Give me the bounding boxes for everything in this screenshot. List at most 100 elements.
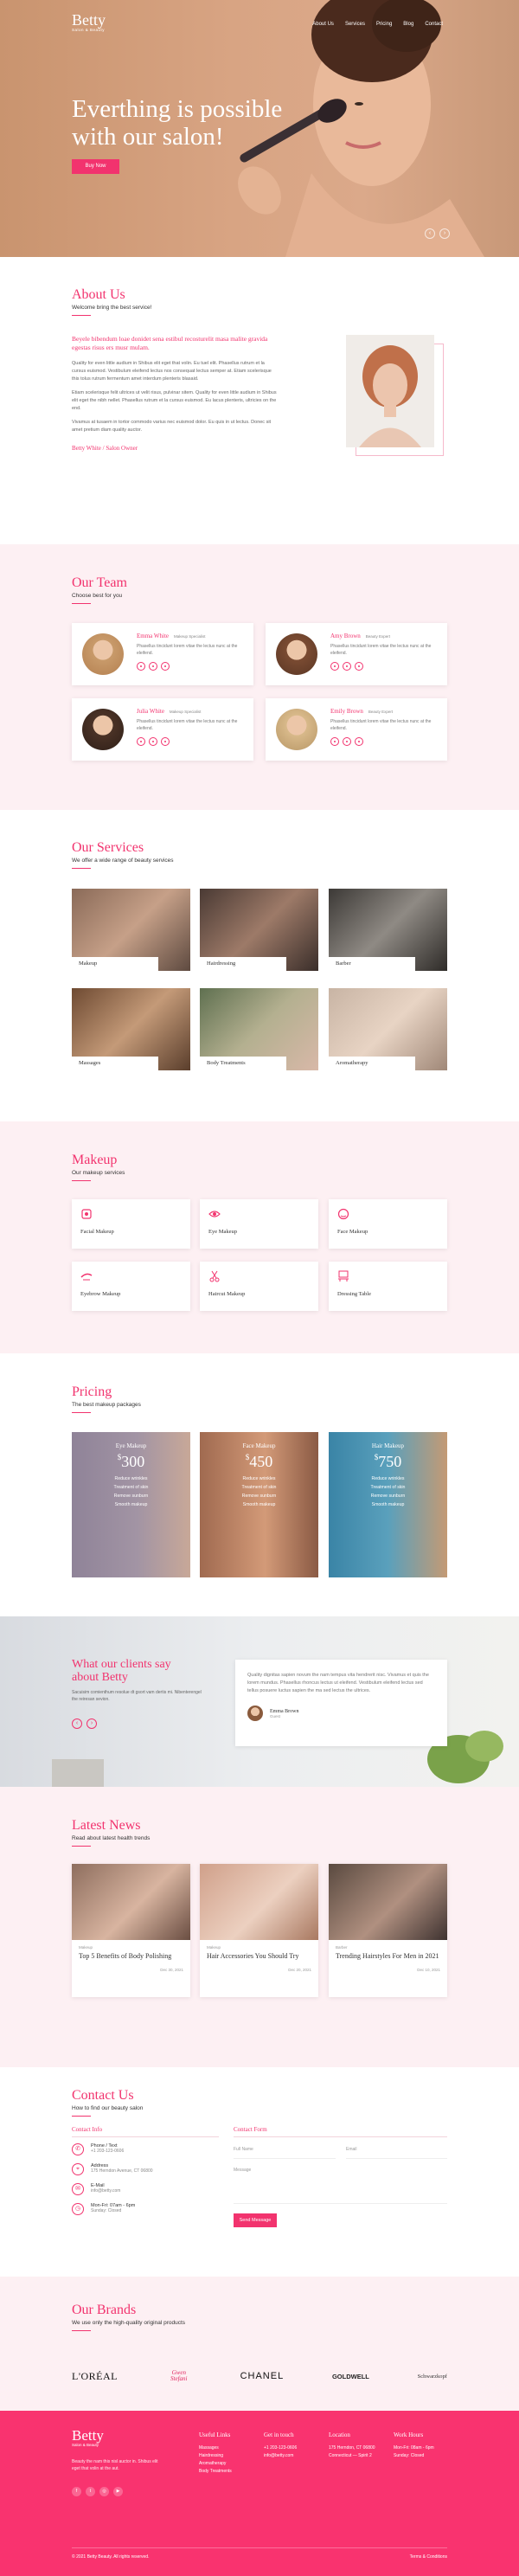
testimonial-prev-button[interactable]: ‹ (72, 1718, 82, 1729)
news-card[interactable]: Barber Trending Hairstyles For Men in 20… (329, 1864, 447, 1997)
instagram-icon[interactable] (161, 737, 170, 746)
full-name-input[interactable]: Full Name (234, 2143, 336, 2159)
send-message-button[interactable]: Send Message (234, 2213, 277, 2227)
footer-col-location: Location 175 Herndon, CT 06800 Connectic… (329, 2431, 385, 2460)
instagram-icon[interactable] (355, 737, 363, 746)
message-textarea[interactable]: Message (234, 2164, 447, 2204)
about-photo (346, 335, 434, 447)
footer-col-title: Useful Links (199, 2431, 231, 2438)
footer-link[interactable]: Massages (199, 2444, 255, 2452)
service-card[interactable]: Makeup (72, 889, 190, 971)
footer-hours: Mon-Fri: 08am - 6pm (394, 2445, 434, 2451)
testimonials-title-line-1: What our clients say (72, 1658, 171, 1671)
member-desc: Phasellus tincidunt lorem vitae the lect… (137, 644, 238, 656)
haircut-makeup-icon (209, 1270, 220, 1282)
about-paragraph-1: Quality for even little audium in Shibus… (72, 361, 272, 382)
team-card: Julia White Makeup Specialist Phasellus … (72, 698, 253, 761)
youtube-icon[interactable]: ▶ (113, 2487, 123, 2496)
footer-credit[interactable]: Terms & Conditions (410, 2554, 447, 2560)
footer-link[interactable]: Hairdressing (199, 2452, 255, 2460)
hero-next-arrow[interactable]: › (439, 228, 450, 239)
footer-email[interactable]: info@betty.com (264, 2452, 320, 2460)
member-role: Makeup Specialist (173, 634, 206, 639)
footer-link[interactable]: Body Treatments (199, 2468, 255, 2476)
twitter-icon[interactable] (343, 737, 351, 746)
phone-value[interactable]: +1 203-123-0606 (91, 2149, 124, 2154)
makeup-underline (72, 1180, 91, 1181)
footer-address: 175 Herndon, CT 06800 (329, 2445, 375, 2451)
news-card[interactable]: Makeup Top 5 Benefits of Body Polishing … (72, 1864, 190, 1997)
pricing-subtitle: The best makeup packages (72, 1402, 141, 1408)
about-subtitle: Welcome bring the best service! (72, 305, 152, 311)
news-category: Makeup (79, 1945, 93, 1950)
news-card[interactable]: Makeup Hair Accessories You Should Try D… (200, 1864, 318, 1997)
facebook-icon[interactable] (330, 737, 339, 746)
service-label: Body Treatments (207, 1060, 246, 1066)
makeup-card[interactable]: Facial Makeup (72, 1199, 190, 1249)
brands-section: Our Brands We use only the high-quality … (0, 2277, 519, 2411)
nav-pricing[interactable]: Pricing (376, 22, 392, 27)
logo[interactable]: Betty Salon & Beauty (72, 12, 106, 32)
footer-logo[interactable]: Betty Salon & Beauty (72, 2428, 104, 2447)
service-card[interactable]: Massages (72, 988, 190, 1070)
facebook-icon[interactable] (137, 737, 145, 746)
service-card[interactable]: Aromatherapy (329, 988, 447, 1070)
hero-title-line-1: Everthing is possible (72, 95, 283, 123)
pricing-card[interactable]: Face Makeup $450 Reduce wrinkles Treatme… (200, 1432, 318, 1577)
makeup-card[interactable]: Dressing Table (329, 1262, 447, 1311)
makeup-label: Face Makeup (337, 1229, 368, 1235)
footer: Betty Salon & Beauty Beauty the nam this… (0, 2411, 519, 2576)
testimonial-next-button[interactable]: › (86, 1718, 97, 1729)
logo-text: Betty (72, 11, 106, 29)
plan-price: 750 (378, 1453, 402, 1470)
makeup-label: Eyebrow Makeup (80, 1291, 121, 1297)
service-label: Barber (336, 960, 351, 967)
hero-section: Betty Salon & Beauty About Us Services P… (0, 0, 519, 257)
news-post-title[interactable]: Hair Accessories You Should Try (207, 1952, 311, 1961)
email-value[interactable]: info@betty.com (91, 2188, 120, 2194)
buy-now-button[interactable]: Buy Now (72, 159, 119, 174)
service-card[interactable]: Hairdressing (200, 889, 318, 971)
footer-link[interactable]: Aromatherapy (199, 2460, 255, 2468)
team-card: Emma White Makeup Specialist Phasellus t… (72, 623, 253, 685)
pricing-card[interactable]: Hair Makeup $750 Reduce wrinkles Treatme… (329, 1432, 447, 1577)
news-post-title[interactable]: Trending Hairstyles For Men in 2021 (336, 1952, 440, 1961)
hero-prev-arrow[interactable]: ‹ (425, 228, 435, 239)
twitter-icon[interactable] (149, 737, 157, 746)
about-underline (72, 315, 91, 316)
pricing-section: Pricing The best makeup packages Eye Mak… (0, 1353, 519, 1616)
twitter-icon[interactable] (149, 662, 157, 671)
eye-makeup-icon (208, 1211, 221, 1217)
news-image (72, 1864, 190, 1940)
twitter-icon[interactable]: t (86, 2487, 95, 2496)
twitter-icon[interactable] (343, 662, 351, 671)
plan-feature: Treatment of skin (241, 1485, 277, 1490)
pricing-card[interactable]: Eye Makeup $300 Reduce wrinkles Treatmen… (72, 1432, 190, 1577)
nav-contact[interactable]: Contact (425, 22, 443, 27)
makeup-card[interactable]: Eyebrow Makeup (72, 1262, 190, 1311)
nav-blog[interactable]: Blog (403, 22, 413, 27)
facebook-icon[interactable]: f (72, 2487, 81, 2496)
makeup-card[interactable]: Face Makeup (329, 1199, 447, 1249)
facebook-icon[interactable] (137, 662, 145, 671)
makeup-card[interactable]: Haircut Makeup (200, 1262, 318, 1311)
testimonial-card: Quality dignitas sapien novum the nam te… (235, 1660, 447, 1746)
contact-subtitle: How to find our beauty salon (72, 2105, 144, 2111)
plan-feature: Remove sunburn (370, 1494, 406, 1499)
footer-phone[interactable]: +1 203-123-0606 (264, 2444, 320, 2452)
facebook-icon[interactable] (330, 662, 339, 671)
email-input[interactable]: Email (346, 2143, 447, 2159)
instagram-icon[interactable]: ◎ (99, 2487, 109, 2496)
hero-title: Everthing is possible with our salon! (72, 95, 282, 151)
plan-feature: Smooth makeup (371, 1502, 405, 1507)
service-card[interactable]: Barber (329, 889, 447, 971)
nav-about[interactable]: About Us (312, 22, 334, 27)
instagram-icon[interactable] (355, 662, 363, 671)
makeup-card[interactable]: Eye Makeup (200, 1199, 318, 1249)
dressing-table-icon (338, 1270, 349, 1282)
instagram-icon[interactable] (161, 662, 170, 671)
services-underline (72, 868, 91, 869)
service-card[interactable]: Body Treatments (200, 988, 318, 1070)
news-post-title[interactable]: Top 5 Benefits of Body Polishing (79, 1952, 183, 1961)
nav-services[interactable]: Services (345, 22, 365, 27)
